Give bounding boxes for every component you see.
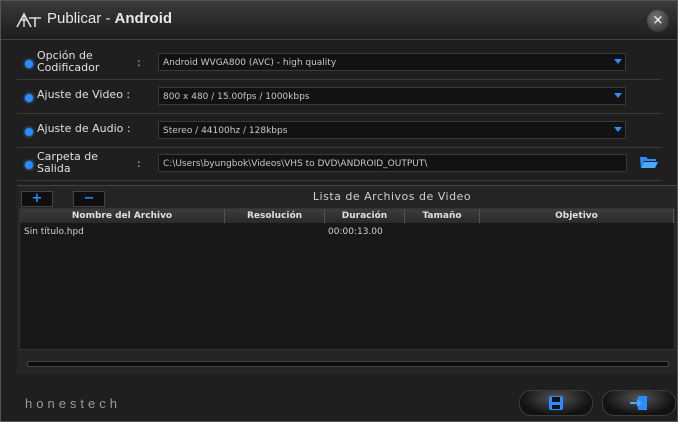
audio-label: Ajuste de Audio : bbox=[37, 122, 131, 135]
video-row: Ajuste de Video : 800 x 480 / 15.00fps /… bbox=[17, 81, 661, 114]
col-header-target[interactable]: Objetivo bbox=[480, 209, 674, 223]
bullet-icon bbox=[25, 128, 33, 136]
add-file-button[interactable]: + bbox=[21, 191, 53, 207]
title-app-name: Publicar bbox=[47, 10, 102, 27]
window-title: Publicar - Android bbox=[47, 10, 172, 27]
dropdown-arrow-icon[interactable] bbox=[614, 59, 622, 64]
title-bar: Publicar - Android × bbox=[1, 1, 677, 40]
encoder-select[interactable]: Android WVGA800 (AVC) - high quality bbox=[158, 53, 626, 71]
col-header-duration[interactable]: Duración bbox=[325, 209, 405, 223]
output-label-line2: Salida bbox=[37, 162, 71, 175]
exit-icon bbox=[630, 396, 647, 410]
horizontal-scrollbar[interactable] bbox=[27, 361, 669, 367]
file-table[interactable]: Nombre del Archivo Resolución Duración T… bbox=[19, 208, 675, 350]
folder-open-icon[interactable] bbox=[639, 154, 659, 170]
video-select[interactable]: 800 x 480 / 15.00fps / 1000kbps bbox=[158, 87, 626, 105]
audio-value: Stereo / 44100hz / 128kbps bbox=[163, 126, 288, 136]
audio-row: Ajuste de Audio : Stereo / 44100hz / 128… bbox=[17, 115, 661, 148]
bullet-icon bbox=[25, 60, 33, 68]
video-label: Ajuste de Video : bbox=[37, 88, 131, 101]
encoder-label-line2: Codificador bbox=[37, 61, 100, 74]
title-target: Android bbox=[114, 10, 173, 27]
remove-file-button[interactable]: − bbox=[73, 191, 105, 207]
brand-text: honestech bbox=[25, 396, 121, 411]
row-filename: Sin título.hpd bbox=[24, 227, 84, 237]
logo-icon bbox=[16, 12, 41, 28]
output-label: Carpeta de Salida bbox=[37, 151, 98, 175]
output-path-field[interactable]: C:\Users\byungbok\Videos\VHS to DVD\ANDR… bbox=[158, 154, 627, 172]
dropdown-arrow-icon[interactable] bbox=[614, 127, 622, 132]
encoder-colon: : bbox=[137, 56, 141, 69]
col-header-filename[interactable]: Nombre del Archivo bbox=[20, 209, 225, 223]
exit-button[interactable] bbox=[602, 390, 676, 416]
output-row: Carpeta de Salida : C:\Users\byungbok\Vi… bbox=[17, 148, 661, 181]
video-value: 800 x 480 / 15.00fps / 1000kbps bbox=[163, 92, 310, 102]
encoder-value: Android WVGA800 (AVC) - high quality bbox=[163, 58, 337, 68]
output-colon: : bbox=[137, 157, 141, 170]
bullet-icon bbox=[25, 161, 33, 169]
close-icon: × bbox=[652, 13, 664, 28]
col-header-size[interactable]: Tamaño bbox=[405, 209, 480, 223]
row-duration: 00:00:13.00 bbox=[328, 227, 383, 237]
save-button[interactable] bbox=[519, 390, 593, 416]
minus-icon: − bbox=[83, 191, 95, 206]
file-list-panel: + − Lista de Archivos de Video Nombre de… bbox=[17, 185, 677, 374]
output-path-value: C:\Users\byungbok\Videos\VHS to DVD\ANDR… bbox=[163, 159, 428, 169]
encoder-row: Opción de Codificador : Android WVGA800 … bbox=[17, 47, 661, 80]
publish-window: Publicar - Android × Opción de Codificad… bbox=[0, 0, 678, 422]
col-header-resolution[interactable]: Resolución bbox=[225, 209, 325, 223]
dropdown-arrow-icon[interactable] bbox=[614, 93, 622, 98]
file-list-title: Lista de Archivos de Video bbox=[312, 190, 472, 203]
bullet-icon bbox=[25, 94, 33, 102]
close-button[interactable]: × bbox=[647, 10, 669, 32]
title-separator: - bbox=[101, 10, 115, 27]
audio-select[interactable]: Stereo / 44100hz / 128kbps bbox=[158, 121, 626, 139]
save-icon bbox=[549, 396, 563, 410]
plus-icon: + bbox=[31, 191, 43, 206]
encoder-label: Opción de Codificador bbox=[37, 50, 99, 74]
